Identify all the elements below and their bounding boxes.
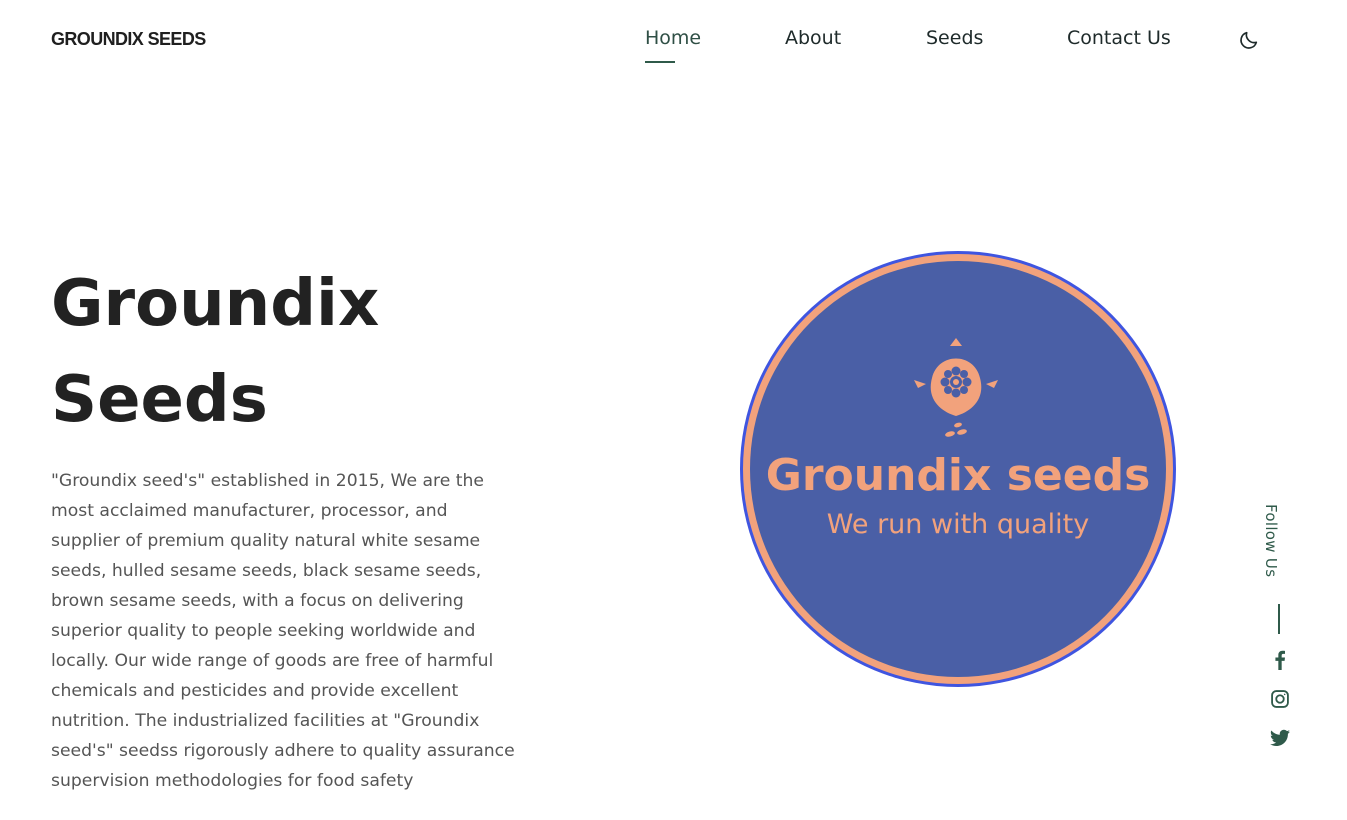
logo-name-text: Groundix seeds (766, 450, 1151, 501)
instagram-icon[interactable] (1269, 688, 1291, 710)
active-nav-indicator (645, 61, 675, 63)
nav-item-contact-us[interactable]: Contact Us (1067, 27, 1171, 49)
hero-title: Groundix Seeds (51, 256, 571, 448)
nav-item-home[interactable]: Home (645, 27, 701, 49)
moon-icon[interactable] (1238, 29, 1260, 51)
nav-item-about[interactable]: About (785, 27, 841, 49)
follow-divider (1278, 604, 1280, 634)
twitter-icon[interactable] (1269, 727, 1291, 749)
hero-description: "Groundix seed's" established in 2015, W… (51, 471, 515, 791)
facebook-icon[interactable] (1269, 649, 1291, 671)
hero-title-line-1: Groundix (51, 267, 380, 341)
follow-us-sidebar: Follow Us (1262, 500, 1298, 760)
brand-logo-image: Groundix seeds We run with quality (739, 250, 1177, 688)
site-header: GROUNDIX SEEDS Home About Seeds Contact … (0, 0, 1347, 80)
nav-item-seeds[interactable]: Seeds (926, 27, 983, 49)
follow-us-label: Follow Us (1262, 504, 1280, 578)
hero-title-line-2: Seeds (51, 363, 268, 437)
logo-tagline-text: We run with quality (827, 509, 1089, 540)
